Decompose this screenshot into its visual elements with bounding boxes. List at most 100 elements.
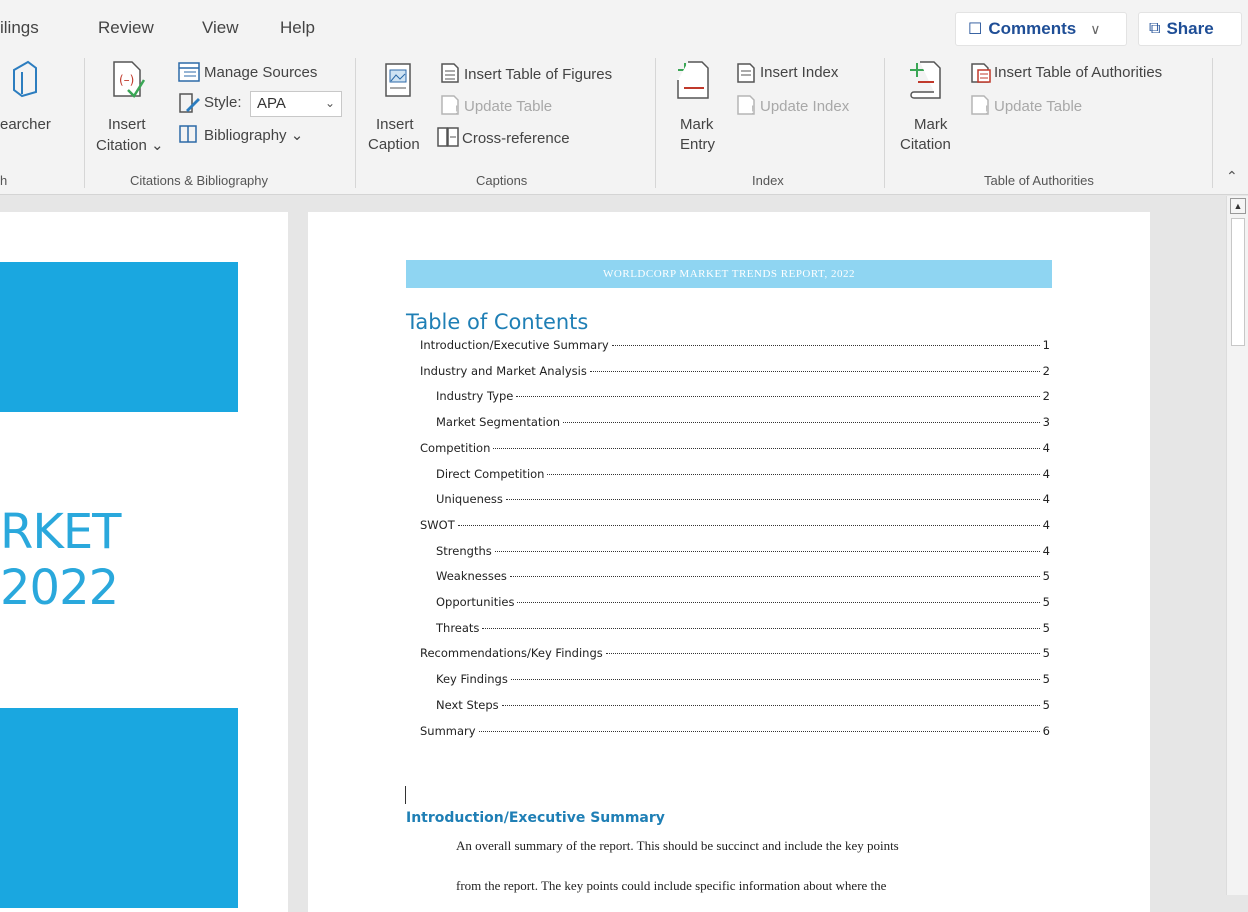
toc-entry[interactable]: Key Findings 5 bbox=[436, 672, 1050, 692]
toc-entry[interactable]: Direct Competition 4 bbox=[436, 467, 1050, 487]
menu-review[interactable]: Review bbox=[98, 18, 154, 38]
update-index-button[interactable]: Update Index bbox=[760, 98, 849, 115]
toc-entry-label: Uniqueness bbox=[436, 492, 503, 507]
update-table-icon: ! bbox=[441, 95, 459, 116]
toc-title: Table of Contents bbox=[406, 310, 589, 334]
menu-bar: ilings Review View Help ☐ Comments ∨ ⧉ S… bbox=[0, 0, 1248, 50]
researcher-icon[interactable] bbox=[10, 58, 40, 98]
mark-citation-label-2[interactable]: Citation bbox=[900, 136, 951, 153]
toc-entry-page: 5 bbox=[1042, 697, 1050, 712]
chevron-down-icon: ⌄ bbox=[151, 137, 164, 154]
toc-entry[interactable]: Uniqueness 4 bbox=[436, 492, 1050, 512]
document-area: RKET 2022 WORLDCORP MARKET TRENDS REPORT… bbox=[0, 196, 1226, 912]
comment-icon: ☐ bbox=[968, 21, 983, 38]
toc-entry[interactable]: SWOT 4 bbox=[420, 518, 1050, 538]
bibliography-icon bbox=[179, 125, 197, 143]
collapse-ribbon-icon[interactable]: ⌃ bbox=[1226, 168, 1238, 185]
insert-caption-label-1[interactable]: Insert bbox=[376, 116, 414, 133]
research-group-label: h bbox=[0, 173, 8, 188]
style-label: Style: bbox=[204, 94, 242, 111]
toc-entry-page: 1 bbox=[1042, 338, 1050, 352]
researcher-label[interactable]: earcher bbox=[0, 116, 51, 133]
menu-help[interactable]: Help bbox=[280, 18, 315, 38]
toc-entry[interactable]: Competition 4 bbox=[420, 441, 1050, 461]
chevron-down-icon: ⌄ bbox=[324, 96, 335, 110]
table-of-figures-icon bbox=[441, 63, 459, 83]
toc-entry[interactable]: Threats 5 bbox=[436, 621, 1050, 641]
toc-entry[interactable]: Next Steps 5 bbox=[436, 698, 1050, 718]
insert-index-icon bbox=[737, 63, 755, 83]
toc-leader-dots bbox=[510, 679, 1040, 681]
toc-entry-page: 5 bbox=[1042, 646, 1050, 661]
update-table-button[interactable]: Update Table bbox=[464, 98, 552, 115]
manage-sources-button[interactable]: Manage Sources bbox=[204, 64, 317, 81]
toc-entry-label: Strengths bbox=[436, 543, 492, 558]
document-page[interactable]: WORLDCORP MARKET TRENDS REPORT, 2022 Tab… bbox=[308, 212, 1150, 912]
index-group-label: Index bbox=[752, 173, 784, 188]
vertical-scrollbar[interactable]: ▲ bbox=[1226, 196, 1248, 895]
cover-title-line-1: RKET bbox=[0, 504, 121, 560]
menu-view[interactable]: View bbox=[202, 18, 239, 38]
toc-entry[interactable]: Market Segmentation 3 bbox=[436, 415, 1050, 435]
toc-entry-page: 2 bbox=[1042, 363, 1050, 378]
toc-entry-label: Industry and Market Analysis bbox=[420, 363, 587, 378]
toc-entry-page: 3 bbox=[1042, 415, 1050, 430]
toc-entry[interactable]: Opportunities 5 bbox=[436, 595, 1050, 615]
toc-entry[interactable]: Introduction/Executive Summary 1 bbox=[420, 338, 1050, 358]
share-icon: ⧉ bbox=[1149, 20, 1161, 37]
bibliography-button[interactable]: Bibliography ⌄ bbox=[204, 126, 303, 144]
cross-reference-button[interactable]: Cross-reference bbox=[462, 130, 570, 147]
comments-button[interactable]: ☐ Comments ∨ bbox=[955, 12, 1127, 46]
insert-citation-button[interactable]: Citation ⌄ bbox=[96, 136, 164, 154]
update-table-authorities-icon: ! bbox=[971, 95, 989, 116]
text-cursor bbox=[405, 786, 406, 804]
style-select[interactable]: APA ⌄ bbox=[250, 91, 342, 117]
toc-entry-page: 4 bbox=[1042, 440, 1050, 455]
toc-entry-label: Recommendations/Key Findings bbox=[420, 646, 603, 661]
update-table-authorities-button[interactable]: Update Table bbox=[994, 98, 1082, 115]
insert-table-of-figures-button[interactable]: Insert Table of Figures bbox=[464, 66, 612, 83]
scroll-thumb[interactable] bbox=[1231, 218, 1245, 346]
insert-caption-label-2[interactable]: Caption bbox=[368, 136, 420, 153]
toc-entry-page: 4 bbox=[1042, 492, 1050, 507]
share-button[interactable]: ⧉ Share bbox=[1138, 12, 1242, 46]
menu-mailings[interactable]: ilings bbox=[0, 18, 39, 38]
toc-entry[interactable]: Recommendations/Key Findings 5 bbox=[420, 646, 1050, 666]
toc-entry-page: 2 bbox=[1042, 389, 1050, 404]
toc-entry-label: Market Segmentation bbox=[436, 415, 561, 430]
toc-entry-label: Introduction/Executive Summary bbox=[420, 338, 609, 352]
captions-group-label: Captions bbox=[476, 173, 528, 188]
mark-entry-label-2[interactable]: Entry bbox=[680, 136, 715, 153]
scroll-up-arrow-icon[interactable]: ▲ bbox=[1230, 198, 1246, 214]
toc-leader-dots bbox=[605, 653, 1040, 655]
style-icon bbox=[179, 93, 200, 113]
toc-leader-dots bbox=[478, 730, 1040, 732]
insert-table-of-authorities-button[interactable]: Insert Table of Authorities bbox=[994, 64, 1162, 81]
toc-entry-page: 4 bbox=[1042, 543, 1050, 558]
toc-entry[interactable]: Industry and Market Analysis 2 bbox=[420, 364, 1050, 384]
toc-entry[interactable]: Strengths 4 bbox=[436, 544, 1050, 564]
svg-text:!: ! bbox=[751, 103, 754, 116]
chevron-down-icon: ⌄ bbox=[290, 127, 304, 144]
mark-citation-icon bbox=[910, 61, 941, 99]
svg-text:!: ! bbox=[455, 103, 458, 116]
insert-index-button[interactable]: Insert Index bbox=[760, 64, 838, 81]
group-divider bbox=[655, 58, 656, 188]
toc-entry-label: Threats bbox=[436, 620, 480, 635]
mark-entry-label-1[interactable]: Mark bbox=[680, 116, 713, 133]
manage-sources-icon bbox=[178, 62, 200, 82]
toc-leader-dots bbox=[457, 524, 1040, 526]
insert-citation-label-1[interactable]: Insert bbox=[108, 116, 146, 133]
toc-entry[interactable]: Summary 6 bbox=[420, 724, 1050, 744]
authorities-group-label: Table of Authorities bbox=[984, 173, 1094, 188]
toc-entry-label: Key Findings bbox=[436, 672, 508, 687]
toc-leader-dots bbox=[517, 602, 1040, 603]
toc-entry-label: Next Steps bbox=[436, 697, 499, 712]
group-divider bbox=[884, 58, 885, 188]
mark-citation-label-1[interactable]: Mark bbox=[914, 116, 947, 133]
toc-entry[interactable]: Weaknesses 5 bbox=[436, 569, 1050, 589]
style-value: APA bbox=[257, 95, 286, 112]
toc-entry[interactable]: Industry Type 2 bbox=[436, 389, 1050, 409]
insert-citation-icon: (–) bbox=[113, 61, 146, 98]
section-heading: Introduction/Executive Summary bbox=[406, 810, 665, 826]
